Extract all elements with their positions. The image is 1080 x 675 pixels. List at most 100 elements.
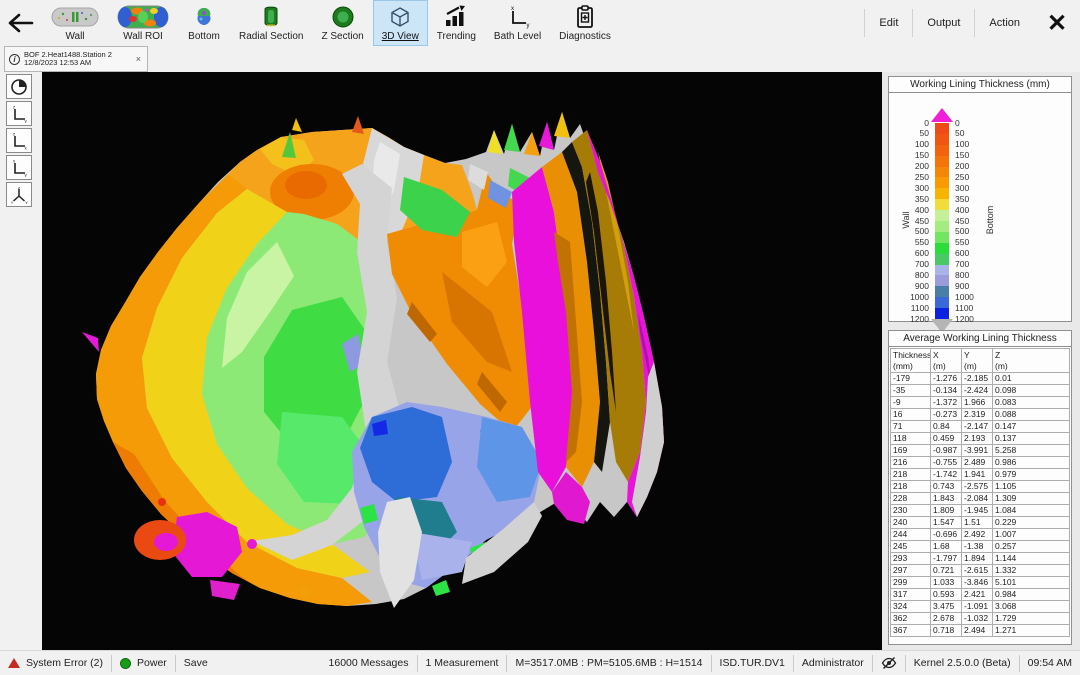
cell-x: 2.678: [931, 613, 962, 625]
legend-tick: 550: [891, 237, 929, 248]
table-row: 240 1.547 1.51 0.229: [891, 517, 1070, 529]
tab-close-icon[interactable]: ×: [134, 54, 143, 64]
legend-tick: 150: [891, 150, 929, 161]
toolbar-button-diagnostics[interactable]: Diagnostics: [550, 0, 620, 46]
cell-y: 1.894: [962, 553, 993, 565]
legend-tick: 150: [955, 150, 993, 161]
toolbar-button-z-section[interactable]: Z Section: [312, 0, 372, 46]
legend-tick: 350: [955, 194, 993, 205]
legend-tick: 0: [955, 118, 993, 129]
color-scale-segment: [935, 297, 949, 308]
toolbar-button-3d-view[interactable]: 3D View: [373, 0, 428, 46]
table-header: Thickness(mm) X(m) Y(m) Z(m): [891, 349, 1070, 373]
3d-viewport[interactable]: [42, 72, 882, 650]
cell-y: 2.319: [962, 409, 993, 421]
cell-x: 0.718: [931, 625, 962, 637]
axis-xy-icon[interactable]: xy: [6, 155, 32, 180]
power-label: Power: [137, 657, 167, 669]
axis-iso-3d-icon[interactable]: z xy: [6, 182, 32, 207]
cell-thickness: 299: [891, 577, 931, 589]
cell-thickness: 293: [891, 553, 931, 565]
legend-overflow-arrow-top: [931, 108, 953, 122]
cell-x: -0.696: [931, 529, 962, 541]
toolbar-button-bath-level[interactable]: x y Bath Level: [485, 0, 550, 46]
cell-z: 1.729: [993, 613, 1070, 625]
save-status[interactable]: Save: [176, 651, 216, 675]
cell-thickness: 245: [891, 541, 931, 553]
measurement-tab[interactable]: i BOF 2.Heat1488.Station 2 12/8/2023 12:…: [4, 46, 148, 72]
info-icon: i: [9, 54, 20, 65]
main-area: zy zx xy z xy: [0, 72, 1080, 650]
table-row: -179 -1.276 -2.185 0.01: [891, 373, 1070, 385]
toolbar-button-radial-section[interactable]: Radial Section: [230, 0, 312, 46]
xy-axis-icon: x y: [506, 4, 530, 30]
cell-x: -1.372: [931, 397, 962, 409]
color-scale-segment: [935, 308, 949, 319]
legend-tick: 550: [955, 237, 993, 248]
toolbar-button-trending[interactable]: Trending: [428, 0, 485, 46]
color-scale-bar: [935, 123, 949, 319]
cell-y: -1.38: [962, 541, 993, 553]
axis-zx-icon[interactable]: zx: [6, 128, 32, 153]
status-bar: System Error (2) Power Save 16000 Messag…: [0, 650, 1080, 675]
toolbar-label: Wall ROI: [123, 31, 163, 42]
cell-thickness: 230: [891, 505, 931, 517]
legend-tick: 100: [955, 139, 993, 150]
section-pie-icon[interactable]: [6, 74, 32, 99]
radial-section-icon: [261, 4, 281, 30]
power-indicator-icon: [120, 658, 131, 669]
svg-text:x: x: [11, 199, 13, 204]
menu-output[interactable]: Output: [913, 0, 974, 46]
table-row: -9 -1.372 1.966 0.083: [891, 397, 1070, 409]
main-toolbar: Wall Wall ROI: [0, 0, 1080, 46]
color-scale-segment: [935, 232, 949, 243]
menu-action[interactable]: Action: [975, 0, 1034, 46]
cell-z: 1.084: [993, 505, 1070, 517]
axis-zy-icon[interactable]: zy: [6, 101, 32, 126]
cell-y: 2.421: [962, 589, 993, 601]
cell-z: 0.257: [993, 541, 1070, 553]
cell-y: 2.492: [962, 529, 993, 541]
visibility-off-icon[interactable]: [873, 651, 905, 675]
color-scale-segment: [935, 221, 949, 232]
cell-thickness: -9: [891, 397, 931, 409]
legend-tick: 1000: [955, 292, 993, 303]
cell-x: 1.547: [931, 517, 962, 529]
bottom-thumbnail-icon: [193, 4, 215, 30]
legend-tick: 250: [891, 172, 929, 183]
average-thickness-panel: Average Working Lining Thickness Thickne…: [888, 330, 1072, 645]
power-status[interactable]: Power: [112, 651, 175, 675]
cell-thickness: -35: [891, 385, 931, 397]
toolbar-button-bottom[interactable]: Bottom: [178, 0, 230, 46]
cell-x: -0.134: [931, 385, 962, 397]
cell-z: 1.332: [993, 565, 1070, 577]
back-arrow-icon: [7, 12, 35, 34]
color-scale-segment: [935, 243, 949, 254]
measurement-count[interactable]: 1 Measurement: [418, 651, 507, 675]
toolbar-button-wall[interactable]: Wall: [42, 0, 108, 46]
cell-thickness: -179: [891, 373, 931, 385]
side-panel-area: Working Lining Thickness (mm) 0501001502…: [882, 72, 1080, 650]
cell-z: 0.979: [993, 469, 1070, 481]
cell-y: 2.489: [962, 457, 993, 469]
messages-count[interactable]: 16000 Messages: [321, 651, 417, 675]
table-row: 367 0.718 2.494 1.271: [891, 625, 1070, 637]
thickness-legend-panel: Working Lining Thickness (mm) 0501001502…: [888, 76, 1072, 322]
cell-x: 1.843: [931, 493, 962, 505]
toolbar-button-wall-roi[interactable]: Wall ROI: [108, 0, 178, 46]
color-scale-segment: [935, 210, 949, 221]
menu-edit[interactable]: Edit: [865, 0, 912, 46]
legend-tick: 1200: [955, 314, 993, 325]
cell-z: 5.101: [993, 577, 1070, 589]
error-triangle-icon: [8, 658, 20, 668]
legend-tick: 800: [891, 270, 929, 281]
tab-strip: i BOF 2.Heat1488.Station 2 12/8/2023 12:…: [0, 46, 1080, 72]
legend-wall-label: Wall: [901, 205, 911, 235]
legend-title: Working Lining Thickness (mm): [889, 77, 1071, 93]
cell-thickness: 317: [891, 589, 931, 601]
system-error-status[interactable]: System Error (2): [0, 651, 111, 675]
back-button[interactable]: [0, 0, 42, 46]
cell-thickness: 240: [891, 517, 931, 529]
close-x-icon[interactable]: ✕: [1034, 0, 1080, 46]
cell-y: -1.091: [962, 601, 993, 613]
